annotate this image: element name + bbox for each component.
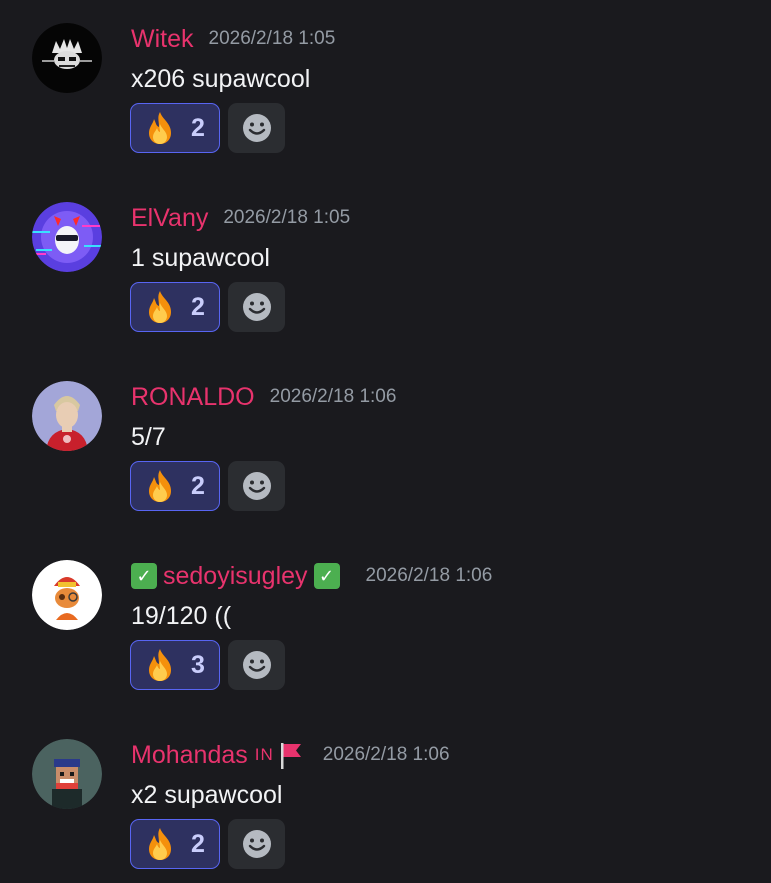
avatar[interactable] [32,23,102,93]
message-header: ElVany 2026/2/18 1:05 [131,199,350,237]
reactions-bar: 2 [130,103,285,153]
add-reaction-button[interactable] [228,103,285,153]
message-content: 19/120 (( [131,602,232,630]
add-reaction-button[interactable] [228,282,285,332]
message-item: RONALDO 2026/2/18 1:06 5/7 2 [0,358,771,511]
reactions-bar: 2 [130,819,285,869]
message-content: x2 supawcool [131,781,283,809]
message-header: RONALDO 2026/2/18 1:06 [131,378,396,416]
reaction-count: 2 [191,829,205,858]
fire-icon [142,647,178,683]
timestamp: 2026/2/18 1:06 [269,386,397,407]
message-content: 5/7 [131,423,166,451]
add-reaction-button[interactable] [228,819,285,869]
message-header: ✓ sedoyisugley ✓ 2026/2/18 1:06 [131,557,492,595]
fire-icon [142,289,178,325]
red-flag-icon [280,743,301,769]
avatar[interactable] [32,739,102,809]
message-item: Witek 2026/2/18 1:05 x206 supawcool 2 [0,0,771,153]
reaction-fire[interactable]: 2 [130,103,220,153]
reaction-fire[interactable]: 2 [130,461,220,511]
add-reaction-button[interactable] [228,640,285,690]
timestamp: 2026/2/18 1:05 [223,207,351,228]
reaction-count: 2 [191,471,205,500]
timestamp: 2026/2/18 1:06 [322,744,450,765]
smiley-icon [241,112,273,144]
smiley-icon [241,828,273,860]
username[interactable]: Witek [131,20,194,58]
reaction-fire[interactable]: 2 [130,819,220,869]
avatar[interactable] [32,202,102,272]
reaction-fire[interactable]: 3 [130,640,220,690]
avatar[interactable] [32,560,102,630]
message-content: 1 supawcool [131,244,270,272]
username[interactable]: ElVany [131,199,208,237]
reaction-count: 2 [191,292,205,321]
message-item: ElVany 2026/2/18 1:05 1 supawcool 2 [0,179,771,332]
fire-icon [142,110,178,146]
message-header: Mohandas IN 2026/2/18 1:06 [131,736,450,774]
reactions-bar: 3 [130,640,285,690]
smiley-icon [241,291,273,323]
username[interactable]: Mohandas [131,736,248,774]
message-list: Witek 2026/2/18 1:05 x206 supawcool 2 El… [0,0,771,883]
smiley-icon [241,470,273,502]
message-item: Mohandas IN 2026/2/18 1:06 x2 supawcool … [0,716,771,869]
reaction-count: 2 [191,113,205,142]
check-mark-icon: ✓ [313,563,340,589]
country-tag: IN [254,745,274,764]
timestamp: 2026/2/18 1:06 [365,565,493,586]
reaction-count: 3 [191,650,205,679]
avatar[interactable] [32,381,102,451]
reaction-fire[interactable]: 2 [130,282,220,332]
check-mark-icon: ✓ [131,563,157,589]
smiley-icon [241,649,273,681]
message-item: ✓ sedoyisugley ✓ 2026/2/18 1:06 19/120 (… [0,537,771,690]
username[interactable]: sedoyisugley [163,557,308,595]
message-content: x206 supawcool [131,65,311,93]
reactions-bar: 2 [130,282,285,332]
fire-icon [142,826,178,862]
fire-icon [142,468,178,504]
timestamp: 2026/2/18 1:05 [208,28,336,49]
message-header: Witek 2026/2/18 1:05 [131,20,335,58]
username[interactable]: RONALDO [131,378,255,416]
add-reaction-button[interactable] [228,461,285,511]
reactions-bar: 2 [130,461,285,511]
